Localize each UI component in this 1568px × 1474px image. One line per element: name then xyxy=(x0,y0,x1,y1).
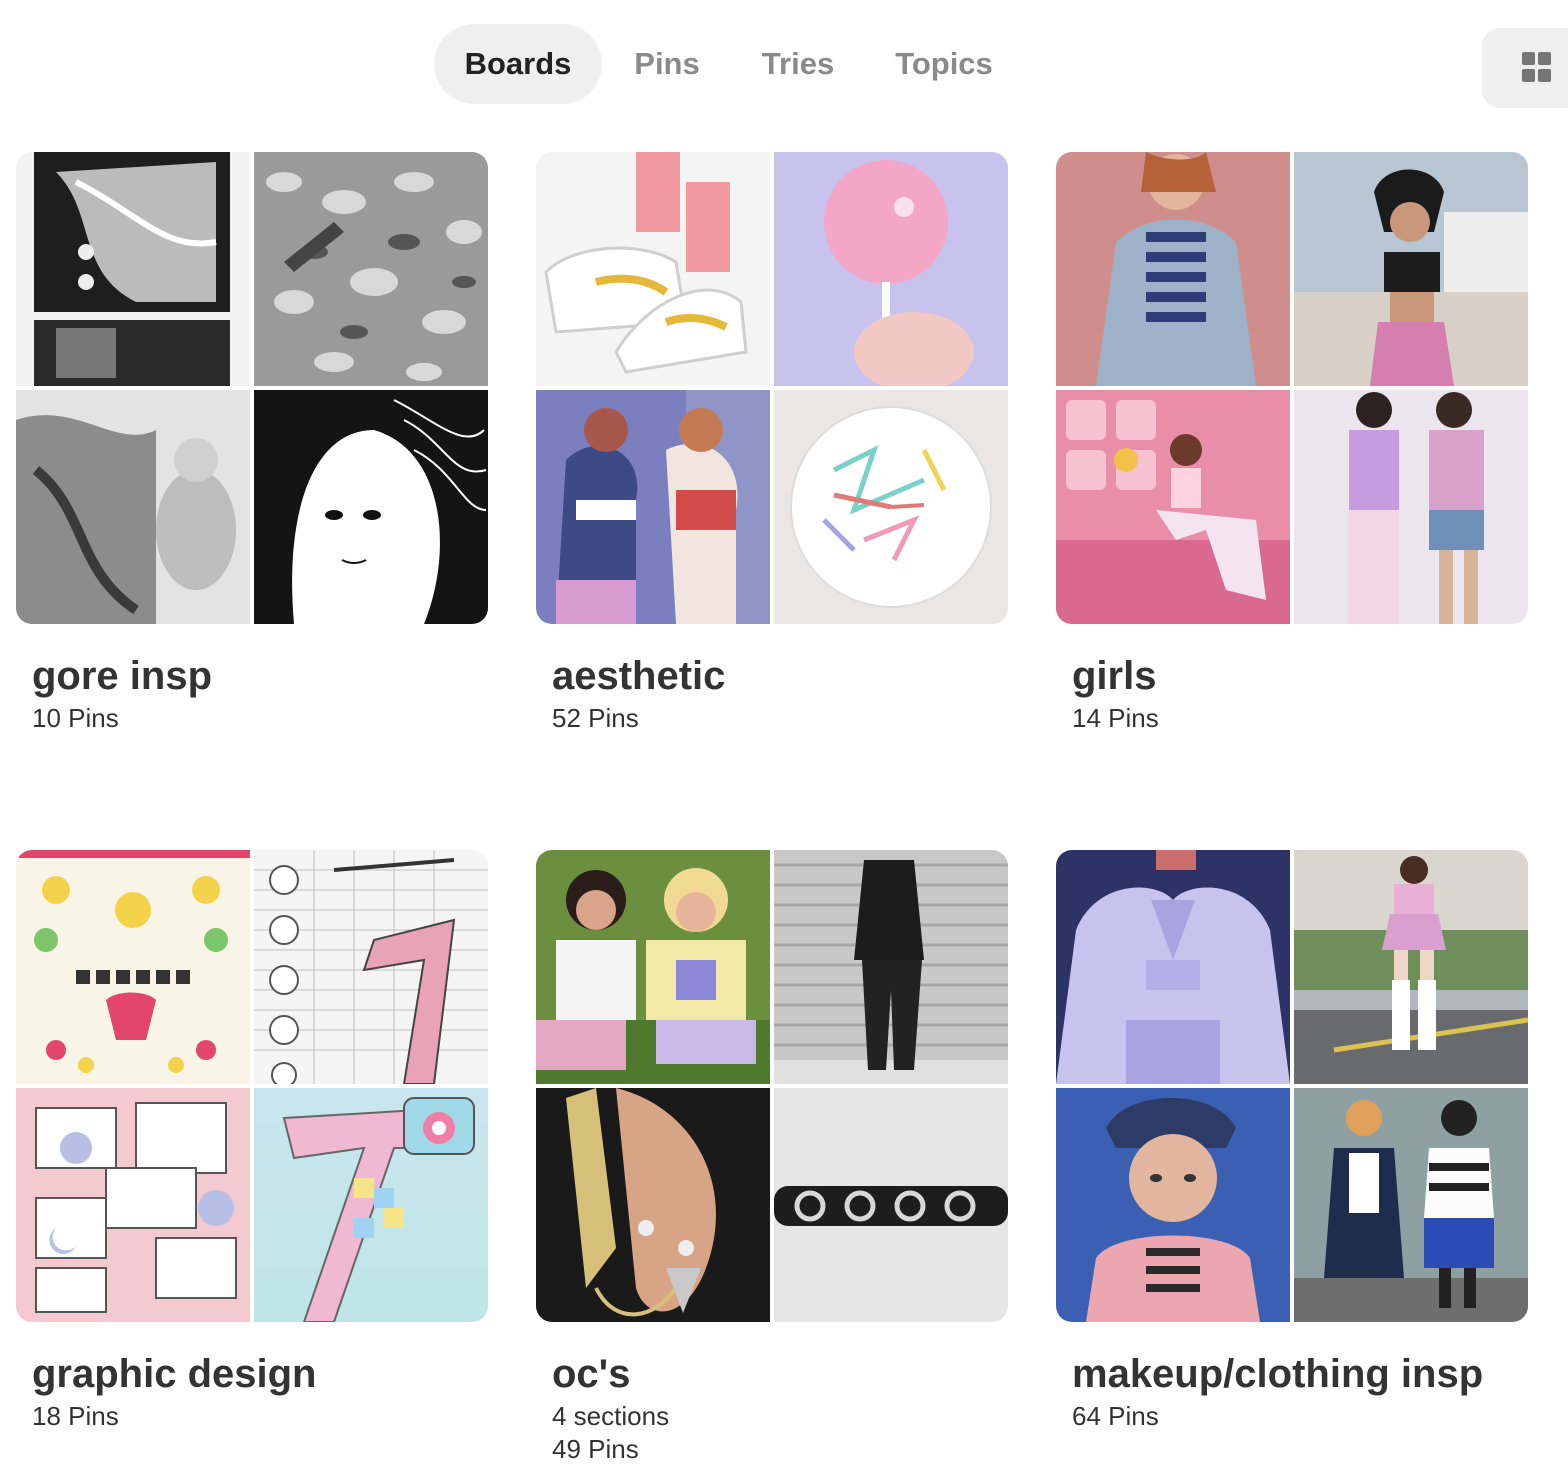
board-pin-count: 64 Pins xyxy=(1072,1401,1159,1431)
tab-pins[interactable]: Pins xyxy=(602,24,732,104)
cover-image xyxy=(254,850,488,1084)
layout-toggle-button[interactable] xyxy=(1482,28,1568,108)
board-title: gore insp xyxy=(32,654,213,698)
board-title: aesthetic xyxy=(552,654,726,698)
tab-tries[interactable]: Tries xyxy=(732,24,864,104)
cover-image xyxy=(16,152,250,386)
cover-image xyxy=(1056,390,1290,624)
board-pin-count: 18 Pins xyxy=(32,1401,119,1431)
board-cover xyxy=(536,152,1008,624)
board-card[interactable]: graphic design 18 Pins xyxy=(16,850,488,1433)
board-card[interactable]: girls 14 Pins xyxy=(1056,152,1528,735)
board-cover xyxy=(1056,850,1528,1322)
cover-image xyxy=(1294,850,1528,1084)
board-card[interactable]: aesthetic 52 Pins xyxy=(536,152,1008,735)
board-pin-count: 49 Pins xyxy=(552,1434,639,1464)
cover-image xyxy=(16,390,250,624)
cover-image xyxy=(1294,390,1528,624)
cover-image xyxy=(536,152,770,386)
cover-image xyxy=(16,850,250,1084)
cover-image xyxy=(254,152,488,386)
board-title: graphic design xyxy=(32,1352,317,1396)
board-pin-count: 10 Pins xyxy=(32,703,119,733)
cover-image xyxy=(536,850,770,1084)
board-section-count: 4 sections xyxy=(552,1401,670,1431)
board-title: girls xyxy=(1072,654,1157,698)
board-cover xyxy=(16,850,488,1322)
cover-image xyxy=(16,1088,250,1322)
cover-image xyxy=(774,850,1008,1084)
board-cover xyxy=(16,152,488,624)
board-title: makeup/clothing insp xyxy=(1072,1352,1484,1396)
cover-image xyxy=(1056,1088,1290,1322)
cover-image xyxy=(1294,152,1528,386)
board-card[interactable]: oc's 4 sections 49 Pins xyxy=(536,850,1008,1466)
board-card[interactable]: gore insp 10 Pins xyxy=(16,152,488,735)
board-card[interactable]: makeup/clothing insp 64 Pins xyxy=(1056,850,1528,1433)
board-cover xyxy=(1056,152,1528,624)
cover-image xyxy=(1056,152,1290,386)
profile-tabs: Boards Pins Tries Topics xyxy=(434,24,1024,104)
cover-image xyxy=(254,390,488,624)
cover-image xyxy=(536,1088,770,1322)
board-cover xyxy=(536,850,1008,1322)
board-pin-count: 52 Pins xyxy=(552,703,639,733)
board-pin-count: 14 Pins xyxy=(1072,703,1159,733)
cover-image xyxy=(774,152,1008,386)
cover-image xyxy=(254,1088,488,1322)
cover-image xyxy=(1294,1088,1528,1322)
tab-boards[interactable]: Boards xyxy=(434,24,602,104)
cover-image xyxy=(1056,850,1290,1084)
board-title: oc's xyxy=(552,1352,631,1396)
cover-image xyxy=(774,390,1008,624)
tab-topics[interactable]: Topics xyxy=(864,24,1024,104)
cover-image xyxy=(774,1088,1008,1322)
cover-image xyxy=(536,390,770,624)
